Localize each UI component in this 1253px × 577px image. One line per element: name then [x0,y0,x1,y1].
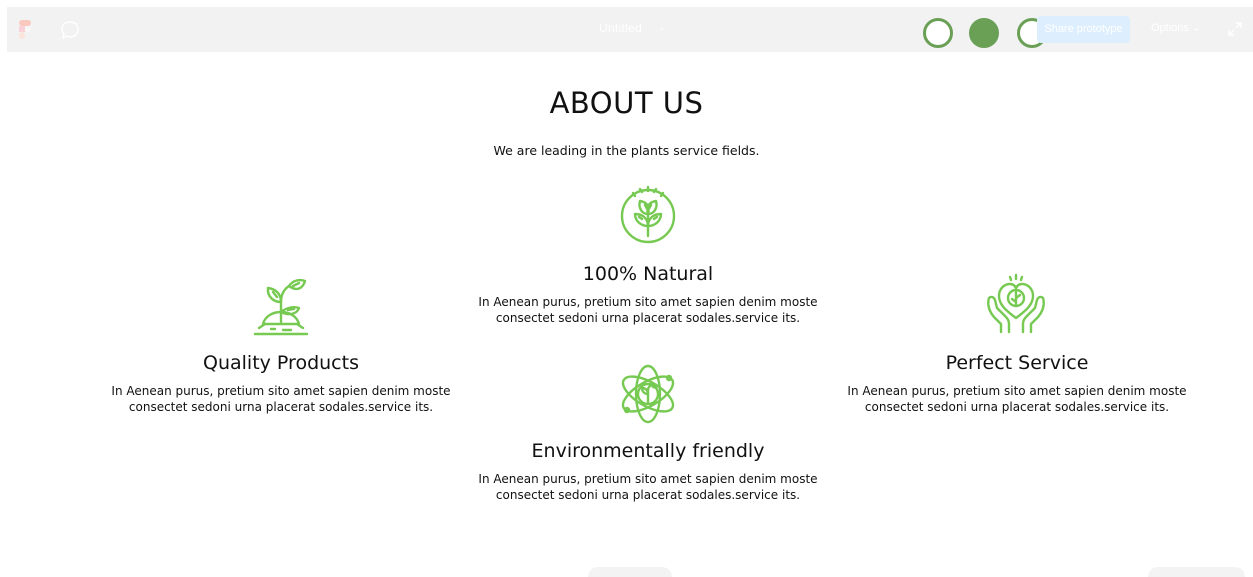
options-menu[interactable]: Options ⌄ [1151,21,1201,34]
feature-description-line: consectet sedoni urna placerat sodales.s… [128,400,434,414]
hands-heart-leaf-icon [987,273,1045,334]
sprout-icon [253,278,309,336]
feature-description-line: In Aenean purus, pretium sito amet sapie… [478,472,818,486]
feature-environmentally-friendly: Environmentally friendly In Aenean purus… [470,358,826,508]
feature-description: In Aenean purus, pretium sito amet sapie… [836,383,1198,415]
options-label: Options [1151,22,1189,34]
feature-description: In Aenean purus, pretium sito amet sapie… [470,294,826,326]
feature-quality-products: Quality Products In Aenean purus, pretiu… [100,270,462,420]
share-prototype-button[interactable]: Share prototype [1037,16,1130,43]
bottom-floating-control[interactable] [1148,567,1245,577]
feature-description-line: consectet sedoni urna placerat sodales.s… [864,400,1170,414]
figma-logo-icon[interactable] [19,20,31,39]
feature-title: Environmentally friendly [531,440,765,462]
feature-title: 100% Natural [582,263,714,285]
top-toolbar: Untitled ⌄ Share prototype Options ⌄ [7,7,1253,52]
feature-description-line: consectet sedoni urna placerat sodales.s… [495,311,801,325]
eco-atom-icon [621,364,675,424]
feature-description-line: In Aenean purus, pretium sito amet sapie… [847,384,1187,398]
feature-description-line: consectet sedoni urna placerat sodales.s… [495,488,801,502]
title-chevron-down-icon[interactable]: ⌄ [658,22,666,33]
feature-description: In Aenean purus, pretium sito amet sapie… [100,383,462,415]
page-title: ABOUT US [549,86,704,120]
page-subtitle: We are leading in the plants service fie… [493,143,760,158]
feature-perfect-service: Perfect Service In Aenean purus, pretium… [836,270,1198,420]
cursor-dot-filled [969,18,999,48]
feature-title: Perfect Service [945,352,1089,374]
feature-description: In Aenean purus, pretium sito amet sapie… [470,471,826,503]
cursor-ring-left [923,18,953,48]
feature-description-line: In Aenean purus, pretium sito amet sapie… [478,295,818,309]
comment-icon[interactable] [60,20,80,39]
feature-natural: 100% Natural In Aenean purus, pretium si… [470,180,826,330]
feature-description-line: In Aenean purus, pretium sito amet sapie… [111,384,451,398]
leaves-circle-icon [620,185,676,244]
options-chevron-down-icon: ⌄ [1191,22,1202,34]
feature-title: Quality Products [203,352,359,374]
bottom-floating-control[interactable] [588,567,672,577]
file-title[interactable]: Untitled [599,21,642,35]
expand-icon[interactable] [1227,21,1243,37]
